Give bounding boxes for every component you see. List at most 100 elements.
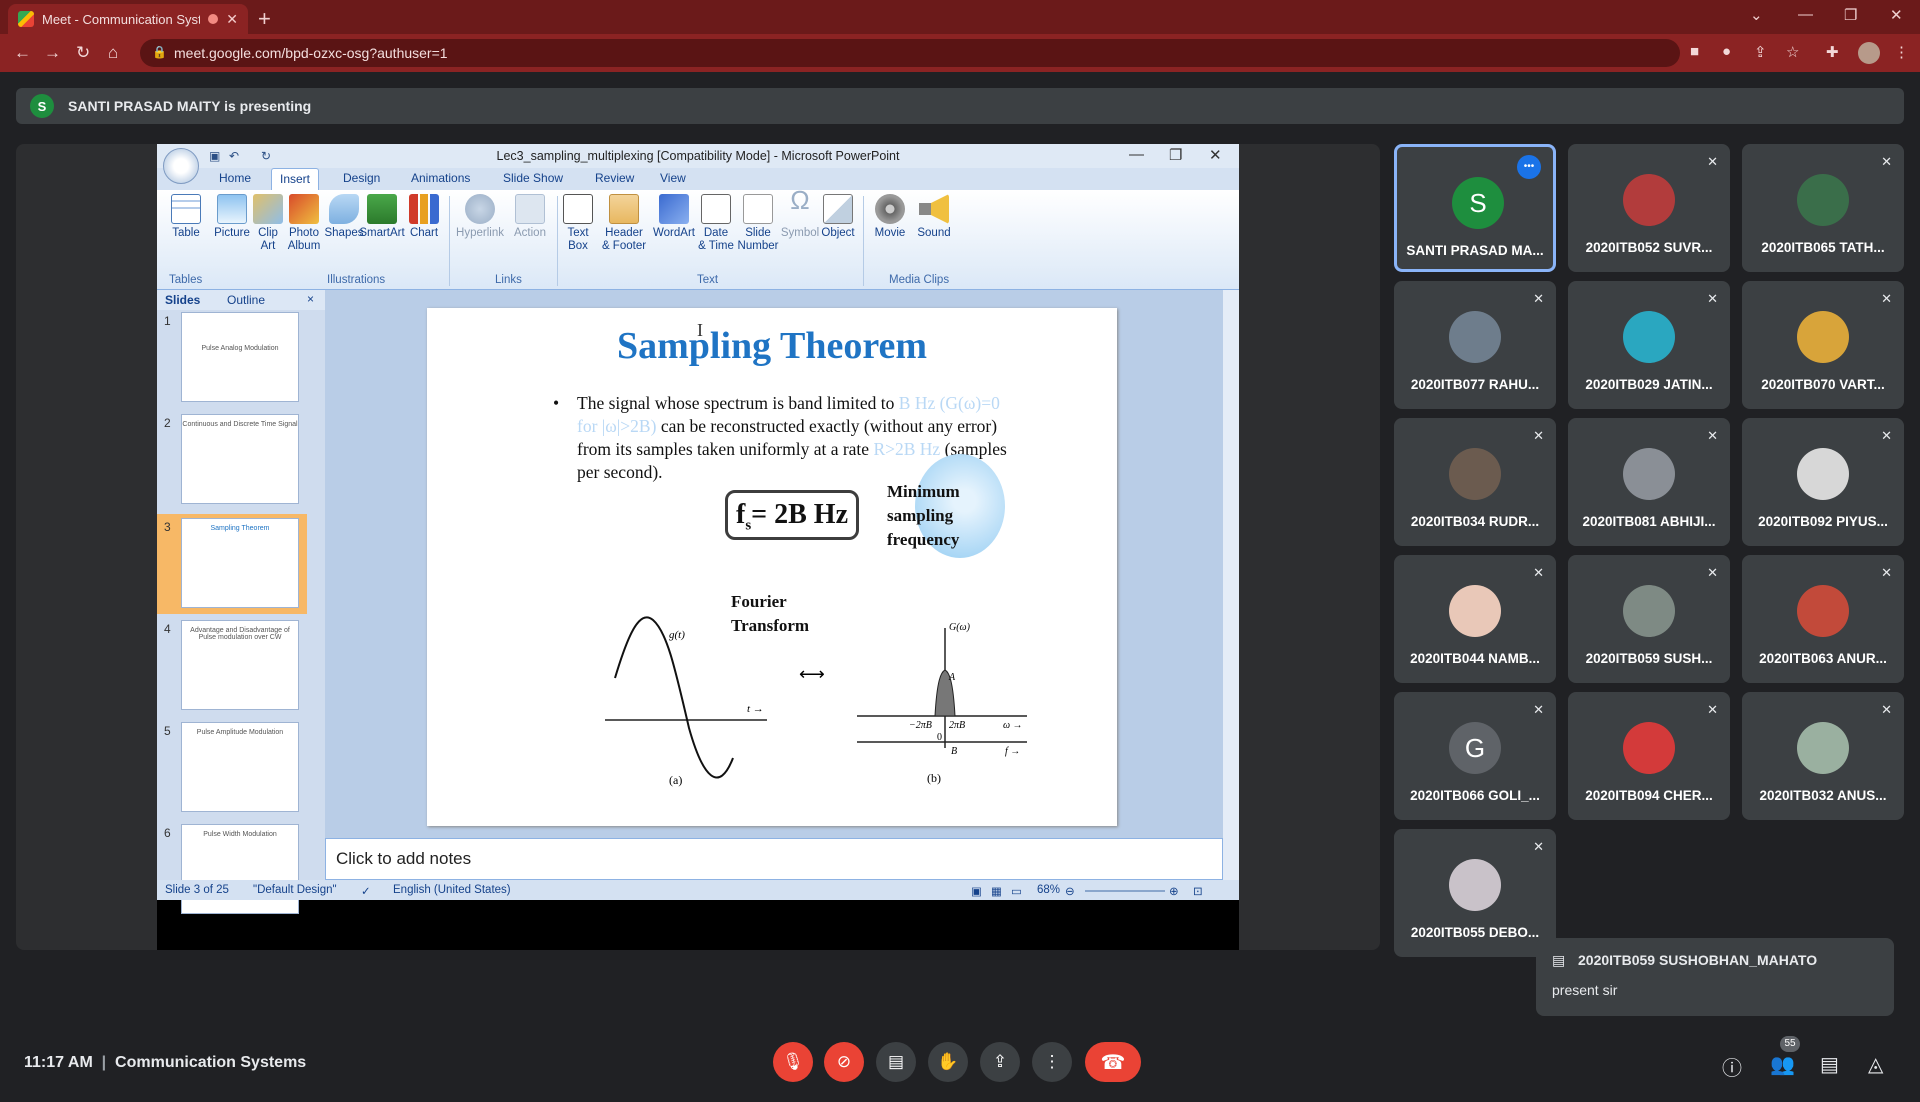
slide-thumbnail[interactable]: 5 Pulse Amplitude Modulation xyxy=(157,722,307,822)
slide-thumbnail[interactable]: 4 Advantage and Disadvantage of Pulse mod… xyxy=(157,620,307,720)
participant-tile[interactable]: 2020ITB034 RUDR... ✕ xyxy=(1394,418,1556,546)
share-icon[interactable]: ⇪ xyxy=(1754,43,1767,61)
ribbon-sound-button[interactable]: Sound xyxy=(911,194,957,240)
participant-tile[interactable]: 2020ITB092 PIYUS... ✕ xyxy=(1742,418,1904,546)
ppt-close-icon[interactable]: ✕ xyxy=(1209,146,1222,164)
extensions-puzzle-icon[interactable]: ✚ xyxy=(1826,43,1839,61)
ribbon-smartart-button[interactable]: SmartArt xyxy=(359,194,405,240)
chrome-menu-icon[interactable]: ⋮ xyxy=(1894,43,1909,61)
slide-thumbnail-selected[interactable]: 3 Sampling Theorem xyxy=(157,514,307,614)
participant-tile[interactable]: 2020ITB032 ANUS... ✕ xyxy=(1742,692,1904,820)
slide-vertical-scrollbar[interactable] xyxy=(1223,290,1239,880)
normal-view-icon[interactable]: ▣ xyxy=(971,884,982,898)
ribbon-wordart-button[interactable]: WordArt xyxy=(651,194,697,240)
home-icon[interactable]: ⌂ xyxy=(108,43,118,63)
slide-thumbnail[interactable]: 1 Pulse Analog Modulation xyxy=(157,312,307,412)
people-icon[interactable]: 👥 xyxy=(1770,1052,1795,1077)
zoom-in-icon[interactable]: ⊕ xyxy=(1169,884,1179,898)
ribbon-slide-number-button[interactable]: Slide Number xyxy=(735,194,781,253)
raise-hand-button[interactable]: ✋ xyxy=(928,1042,968,1082)
ribbon-date-time-button[interactable]: Date & Time xyxy=(693,194,739,253)
fit-to-window-icon[interactable]: ⊡ xyxy=(1193,884,1203,898)
slide-sorter-icon[interactable]: ▦ xyxy=(991,884,1002,898)
new-tab-button[interactable]: + xyxy=(258,6,271,32)
slide-thumbnail[interactable]: 2 Continuous and Discrete Time Signal xyxy=(157,414,307,514)
save-icon[interactable]: ▣ xyxy=(209,149,220,163)
more-options-button[interactable]: ⋮ xyxy=(1032,1042,1072,1082)
participant-tile[interactable]: 2020ITB065 TATH... ✕ xyxy=(1742,144,1904,272)
captions-button[interactable]: ▤ xyxy=(876,1042,916,1082)
close-window-icon[interactable]: ✕ xyxy=(1890,6,1903,24)
browser-toolbar: ← → ↻ ⌂ 🔒 meet.google.com/bpd-ozxc-osg?a… xyxy=(0,34,1920,72)
participant-name: 2020ITB066 GOLI_... xyxy=(1410,788,1540,803)
participant-tile[interactable]: G 2020ITB066 GOLI_... ✕ xyxy=(1394,692,1556,820)
tab-search-chevron-icon[interactable]: ⌄ xyxy=(1750,6,1763,24)
mic-off-button[interactable]: 🎙 xyxy=(773,1042,813,1082)
slide-thumbnail[interactable]: 6 Pulse Width Modulation xyxy=(157,824,307,924)
ribbon-action-button[interactable]: Action xyxy=(507,194,553,240)
ppt-minimize-icon[interactable]: — xyxy=(1129,146,1144,163)
zoom-out-icon[interactable]: ⊖ xyxy=(1065,884,1075,898)
browser-tab-meet[interactable]: Meet - Communication Syst ✕ xyxy=(8,4,248,34)
panel-close-icon[interactable]: × xyxy=(307,292,314,306)
forward-arrow-icon[interactable]: → xyxy=(44,43,61,63)
mic-blocked-icon[interactable]: ● xyxy=(1722,43,1731,60)
undo-icon[interactable]: ↶ xyxy=(229,149,239,163)
ppt-ribbon: Table Picture Clip Art Photo Album Shape… xyxy=(157,187,1239,290)
notes-pane[interactable]: Click to add notes xyxy=(325,838,1223,880)
redo-icon[interactable]: ↻ xyxy=(261,149,271,163)
ribbon-table-button[interactable]: Table xyxy=(163,194,209,240)
restore-window-icon[interactable]: ❐ xyxy=(1844,6,1857,24)
slideshow-view-icon[interactable]: ▭ xyxy=(1011,884,1022,898)
meeting-info-icon[interactable]: ⓘ xyxy=(1722,1052,1742,1081)
tab-home[interactable]: Home xyxy=(219,171,251,185)
tab-review[interactable]: Review xyxy=(595,171,634,185)
participant-tile[interactable]: 2020ITB059 SUSH... ✕ xyxy=(1568,555,1730,683)
chat-notification[interactable]: ▤ 2020ITB059 SUSHOBHAN_MAHATO present si… xyxy=(1536,938,1894,1016)
participant-tile[interactable]: 2020ITB052 SUVR... ✕ xyxy=(1568,144,1730,272)
activities-icon[interactable]: ◬ xyxy=(1868,1052,1883,1077)
ppt-restore-icon[interactable]: ❐ xyxy=(1169,146,1182,164)
participant-tile[interactable]: 2020ITB063 ANUR... ✕ xyxy=(1742,555,1904,683)
tab-design[interactable]: Design xyxy=(343,171,380,185)
zoom-slider[interactable] xyxy=(1085,890,1165,892)
tab-slides[interactable]: Slides xyxy=(165,293,200,307)
leave-call-button[interactable]: ☎ xyxy=(1085,1042,1141,1082)
back-arrow-icon[interactable]: ← xyxy=(14,43,31,63)
participant-tile[interactable]: 2020ITB029 JATIN... ✕ xyxy=(1568,281,1730,409)
tab-view[interactable]: View xyxy=(660,171,686,185)
ribbon-header-footer-button[interactable]: Header & Footer xyxy=(597,194,651,253)
ribbon-hyperlink-button[interactable]: Hyperlink xyxy=(453,194,507,240)
current-slide[interactable]: Sampling Theorem • The signal whose spec… xyxy=(427,308,1117,826)
spellcheck-icon[interactable]: ✓ xyxy=(361,884,371,898)
tab-insert[interactable]: Insert xyxy=(271,168,320,190)
participant-tile[interactable]: S SANTI PRASAD MA... ••• xyxy=(1394,144,1556,272)
participant-tile[interactable]: 2020ITB044 NAMB... ✕ xyxy=(1394,555,1556,683)
participant-tile[interactable]: 2020ITB077 RAHU... ✕ xyxy=(1394,281,1556,409)
tab-close-icon[interactable]: ✕ xyxy=(226,11,238,28)
profile-avatar[interactable] xyxy=(1858,42,1880,64)
participant-tile[interactable]: 2020ITB094 CHER... ✕ xyxy=(1568,692,1730,820)
office-button[interactable] xyxy=(163,148,199,184)
tab-outline[interactable]: Outline xyxy=(227,293,265,307)
tab-slide-show[interactable]: Slide Show xyxy=(503,171,563,185)
ribbon-object-button[interactable]: Object xyxy=(815,194,861,240)
camera-in-use-icon[interactable]: ■ xyxy=(1690,43,1699,60)
minimize-window-icon[interactable]: — xyxy=(1798,6,1813,23)
participant-tile[interactable]: 2020ITB055 DEBO... ✕ xyxy=(1394,829,1556,957)
address-bar[interactable]: 🔒 meet.google.com/bpd-ozxc-osg?authuser=… xyxy=(140,39,1680,67)
ribbon-text-box-button[interactable]: Text Box xyxy=(555,194,601,253)
camera-off-button[interactable]: ⊘ xyxy=(824,1042,864,1082)
present-now-button[interactable]: ⇪ xyxy=(980,1042,1020,1082)
ribbon-chart-button[interactable]: Chart xyxy=(401,194,447,240)
text-box-icon xyxy=(563,194,593,224)
chat-icon[interactable]: ▤ xyxy=(1820,1052,1839,1077)
bookmark-star-icon[interactable]: ☆ xyxy=(1786,43,1799,61)
ribbon-movie-button[interactable]: Movie xyxy=(867,194,913,240)
participant-tile[interactable]: 2020ITB081 ABHIJI... ✕ xyxy=(1568,418,1730,546)
zoom-level[interactable]: 68% xyxy=(1037,884,1060,896)
participant-name: 2020ITB059 SUSH... xyxy=(1585,651,1713,666)
tab-animations[interactable]: Animations xyxy=(411,171,470,185)
reload-icon[interactable]: ↻ xyxy=(76,43,90,63)
participant-tile[interactable]: 2020ITB070 VART... ✕ xyxy=(1742,281,1904,409)
